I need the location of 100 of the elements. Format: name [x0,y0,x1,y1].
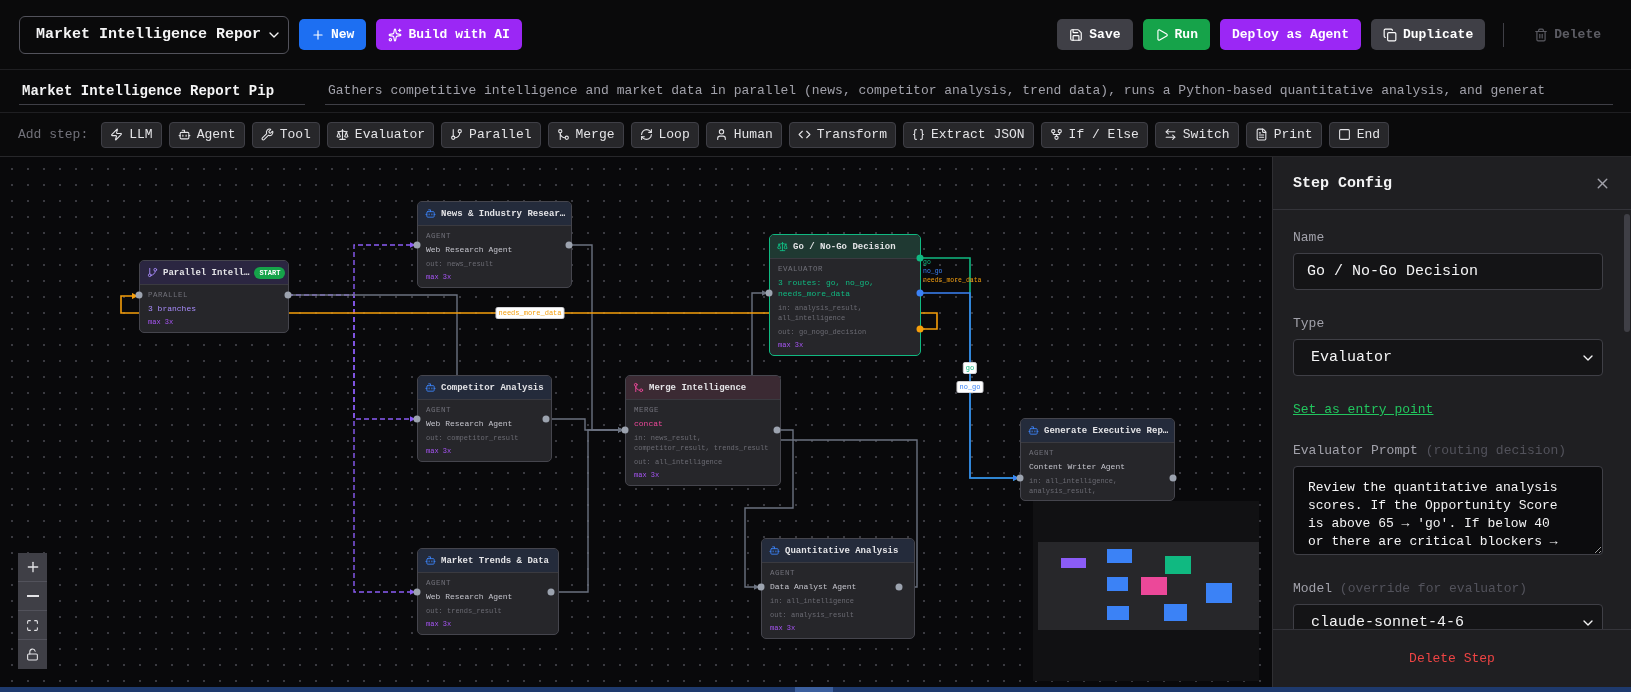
branch-icon [147,267,158,278]
fit-view-icon [26,618,39,632]
port-dot[interactable] [757,583,765,591]
add-step-button[interactable]: Transform [788,121,896,148]
port-dot[interactable] [1169,474,1177,482]
field-label: Name [1293,230,1326,245]
add-step-button[interactable]: Print [1245,121,1322,148]
padlock-icon [26,648,39,661]
name-field[interactable]: Go / No-Go Decision [1293,253,1603,290]
add-step-button[interactable]: LLM [101,121,162,148]
port-dot[interactable] [413,415,421,423]
port-dot[interactable] [895,583,903,591]
field-label: Evaluator Prompt (routing decision) [1293,443,1568,458]
node-title: Go / No-Go Decision [793,241,897,252]
create-button[interactable]: Build with AI [376,19,522,50]
port-dot[interactable] [916,254,924,262]
port-dot[interactable] [542,415,550,423]
node-detail: 3 branches [148,303,196,314]
add-step-button[interactable]: Loop [630,121,699,148]
workflow-name-field[interactable]: Market Intelligence Report Pip [19,77,305,105]
port-dot[interactable] [284,291,292,299]
port-dot[interactable] [547,588,555,596]
robot-icon [425,208,436,219]
trash-icon [1534,27,1549,42]
node-detail: Data Analyst Agent [770,581,857,592]
node-title: News & Industry Resear… [441,208,566,219]
field-label: Type [1293,316,1326,331]
node-title: Generate Executive Rep… [1044,425,1169,436]
node-detail: concat [634,418,663,429]
robot-icon [769,545,780,556]
add-step-button[interactable]: Extract JSON [902,121,1034,148]
port-dot[interactable] [413,588,421,596]
fork-icon [1049,128,1063,141]
add-step-button[interactable]: If / Else [1040,121,1148,148]
robot-icon [1028,425,1039,436]
select-field[interactable]: Evaluator [1293,339,1603,376]
add-step-button[interactable]: Switch [1154,121,1239,148]
node-detail: Content Writer Agent [1029,461,1125,472]
port-dot[interactable] [621,426,629,434]
node-detail: Web Research Agent [426,244,513,255]
node-title: Quantitative Analysis [785,545,900,556]
refresh-icon [639,128,653,141]
minus-icon [26,595,39,597]
panel-title: Step Config [1293,174,1393,192]
port-dot[interactable] [413,241,421,249]
port-dot[interactable] [765,289,773,297]
add-step-button[interactable]: Agent [168,121,245,148]
node-title: Merge Intelligence [649,382,748,393]
add-step-button[interactable]: Human [705,121,782,148]
description-field[interactable]: Gathers competitive intelligence and market data in parallel (news, competitor analysis, trend data), runs a Python-based quantitative analysis, and generat [325,77,1613,105]
create-button[interactable]: New [299,19,367,50]
port-dot[interactable] [565,241,573,249]
person-icon [714,128,728,141]
add-step-button[interactable]: Parallel [441,121,541,148]
entry-point-link[interactable]: Set as entry point [1293,402,1434,417]
port-dot[interactable] [773,426,781,434]
braces-icon [911,128,925,141]
node-title: Competitor Analysis [441,382,544,393]
add-step-button[interactable]: Tool [251,121,320,148]
plus-icon [311,27,325,42]
select-field[interactable]: claude-sonnet-4-6 [1293,604,1603,629]
port-dot[interactable] [916,289,924,297]
delete-step-button[interactable]: Delete Step [1403,650,1501,667]
toolbar-label: Add step: [18,127,89,142]
play-icon [1154,27,1169,42]
scales-icon [335,128,349,141]
node-title: Parallel Intell… [163,267,250,278]
document-icon [1254,128,1268,141]
robot-icon [425,555,436,566]
code-icon [797,128,811,141]
action-button[interactable]: Deploy as Agent [1219,19,1361,50]
port-dot[interactable] [1016,474,1024,482]
branch-icon [450,128,464,141]
node-title: Market Trends & Data [441,555,551,566]
swap-arrows-icon [1163,128,1177,141]
minimap[interactable] [1033,501,1259,681]
robot-icon [177,128,191,141]
sparkles-icon [388,27,403,42]
node-detail: Web Research Agent [426,591,513,602]
action-button[interactable]: Duplicate [1370,19,1486,50]
scales-icon [777,241,788,252]
copy-icon [1382,27,1397,42]
wrench-icon [260,128,274,141]
node-detail: Web Research Agent [426,418,513,429]
robot-icon [425,382,436,393]
add-step-button[interactable]: Evaluator [326,121,435,148]
add-step-button[interactable]: Merge [547,121,624,148]
port-dot[interactable] [135,291,143,299]
square-icon [1337,128,1351,141]
field-label: Model (override for evaluator) [1293,581,1529,596]
merge-icon [556,128,570,141]
port-dot[interactable] [916,325,924,333]
save-icon [1069,27,1084,42]
workflow-select[interactable]: Market Intelligence Repor [19,15,289,54]
node-detail: 3 routes: go, no_go, needs_more_data [778,277,875,299]
merge-icon [633,382,644,393]
lightning-icon [110,128,124,141]
prompt-field[interactable]: Review the quantitative analysis scores. If the Opportunity Score is above 65 → 'go'. If below 40 or there are critical blockers → [1293,466,1603,555]
action-button[interactable]: Save [1057,19,1133,50]
add-step-button[interactable]: End [1328,121,1390,148]
